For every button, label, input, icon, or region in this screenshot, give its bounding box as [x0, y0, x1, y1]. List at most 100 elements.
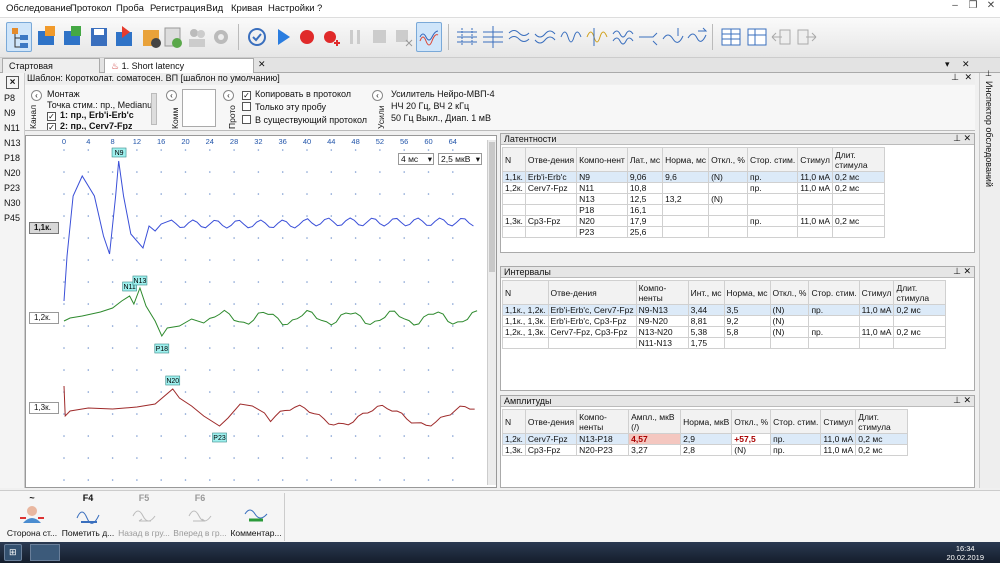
settings-icon[interactable]	[208, 22, 234, 52]
column-header[interactable]: Отве-дения	[547, 280, 637, 305]
taskbar-app-icon[interactable]	[30, 544, 60, 561]
back-group-button[interactable]: F5 Назад в гру...	[114, 493, 174, 538]
column-header[interactable]: Компо-нент	[576, 147, 628, 172]
only-this-checkbox[interactable]: Только эту пробу	[242, 102, 326, 112]
pin-icon[interactable]: ⊥	[985, 69, 992, 78]
menu-item-registration[interactable]: Регистрация	[150, 3, 206, 14]
table-row[interactable]: 1,2к. Cerv7-Fpz N11 10,8 пр. 11,0 мА 0,2 мс	[502, 182, 885, 194]
copy-protocol-checkbox[interactable]: ✓ Копировать в протокол	[242, 89, 351, 100]
marker-n13[interactable]: N13	[132, 275, 148, 286]
checkbox-icon[interactable]: ✓	[242, 91, 251, 100]
checkbox-icon[interactable]	[242, 102, 251, 111]
column-header[interactable]: Длит. стимула	[832, 147, 885, 172]
time-scale-select[interactable]: 4 мс ▾	[398, 153, 434, 165]
comment-box[interactable]	[182, 89, 216, 127]
column-header[interactable]: Инт., мс	[687, 280, 725, 305]
curve-channel-1[interactable]	[63, 160, 474, 302]
test-settings-icon[interactable]	[244, 22, 270, 52]
marker-p18[interactable]: P18	[154, 343, 170, 354]
column-header[interactable]: Компо-ненты	[635, 280, 689, 305]
column-header[interactable]: Стор. стим.	[770, 409, 822, 434]
column-header[interactable]: Откл., %	[731, 409, 772, 434]
curve-markers-icon[interactable]	[584, 22, 610, 52]
column-header[interactable]: Норма, мкВ	[680, 409, 733, 434]
amp-scale-select[interactable]: 2,5 мкВ ▾	[438, 153, 482, 165]
channel-label-1[interactable]: 1,1к.	[29, 222, 59, 234]
curves-invert-icon[interactable]	[532, 22, 558, 52]
table-row[interactable]: P23 25,6	[502, 226, 885, 238]
scrollbar-thumb[interactable]	[489, 142, 495, 272]
curve-cursor-icon[interactable]	[660, 22, 686, 52]
collapse-proto-icon[interactable]: ‹	[223, 90, 234, 101]
column-header[interactable]: Стимул	[858, 280, 895, 305]
curve-wave-icon[interactable]	[558, 22, 584, 52]
restore-icon[interactable]: ❐	[964, 0, 982, 16]
table-row[interactable]: 1,3к. Cp3-Fpz N20 17,9 пр. 11,0 мА 0,2 мс	[502, 215, 885, 227]
pause-icon[interactable]	[342, 22, 368, 52]
curves-align-icon[interactable]	[454, 22, 480, 52]
pin-icon[interactable]: ⊥ ✕	[953, 395, 971, 406]
checkbox-icon[interactable]: ✓	[47, 112, 56, 121]
column-header[interactable]: N	[502, 280, 549, 305]
list-item[interactable]: N13	[4, 138, 21, 148]
new-examination-icon[interactable]	[34, 22, 60, 52]
table-row[interactable]: 1,2к. Cerv7-Fpz N13-P18 4,57 2,9 +57,5 пр. 11,0…	[502, 433, 909, 445]
averaging-icon[interactable]	[416, 22, 442, 52]
channel-label-2[interactable]: 1,2к.	[29, 312, 59, 324]
menu-item-view[interactable]: Вид	[206, 3, 223, 14]
tab-close-icon[interactable]: ✕	[258, 59, 266, 70]
list-item[interactable]: P8	[4, 93, 15, 103]
table-row[interactable]: 1,3к. Cp3-Fpz N20-P23 3,27 2,8 (N) пр. 11,0 мА 0…	[502, 444, 909, 456]
menu-item-protocol[interactable]: Протокол	[70, 3, 112, 14]
column-header[interactable]: Длит. стимула	[855, 409, 909, 434]
forward-group-button[interactable]: F6 Вперед в гр...	[170, 493, 230, 538]
marker-n20[interactable]: N20	[165, 375, 181, 386]
montage-row-1[interactable]: ✓ 1: пр., Erb'i-Erb'c	[47, 110, 134, 121]
close-icon[interactable]: ✕	[982, 0, 1000, 16]
column-header[interactable]: Стимул	[797, 147, 833, 172]
menu-item-curve[interactable]: Кривая	[231, 3, 263, 14]
checkbox-icon[interactable]	[242, 115, 251, 124]
table-row[interactable]: 1,1к., 1,2к. Erb'i-Erb'c, Cerv7-Fpz N9-N13…	[502, 304, 947, 316]
table-row[interactable]: 1,1к. Erb'i-Erb'c N9 9,06 9,6 (N) пр. 11,0 мА 0,…	[502, 171, 885, 183]
pin-icon[interactable]: ⊥ ✕	[953, 133, 971, 144]
column-header[interactable]: Стимул	[820, 409, 857, 434]
menu-item-test[interactable]: Проба	[116, 3, 144, 14]
curve-channel-2[interactable]	[63, 286, 478, 338]
layout-grid-icon[interactable]	[718, 22, 744, 52]
existing-protocol-checkbox[interactable]: В существующий протокол	[242, 115, 367, 125]
column-header[interactable]: N	[502, 147, 526, 172]
menu-item-settings[interactable]: Настройки	[268, 3, 315, 14]
pin-icon[interactable]: ⊥ ✕	[953, 266, 971, 277]
export-icon[interactable]	[112, 22, 138, 52]
comment-button[interactable]: Комментар...	[226, 493, 286, 538]
start-button[interactable]: ⊞	[4, 544, 22, 561]
list-item[interactable]: N20	[4, 168, 21, 178]
archive-icon[interactable]	[160, 22, 186, 52]
collapse-amp-icon[interactable]: ‹	[372, 90, 383, 101]
ep-curves-svg[interactable]: 0 4 8 12 16 20 24 28 32 36 40 44 48 52 56 60 64 N9N11N13…	[26, 136, 498, 489]
tabs-close-icon[interactable]: ✕	[962, 59, 970, 70]
inspector-sidebar[interactable]: ⊥ Инспектор обследований	[979, 69, 1000, 504]
examination-tree-icon[interactable]	[6, 22, 32, 52]
channel-label-3[interactable]: 1,3к.	[29, 402, 59, 414]
montage-scrollbar[interactable]	[151, 93, 157, 125]
column-header[interactable]: Длит. стимула	[893, 280, 947, 305]
curve-channel-3[interactable]	[63, 385, 475, 427]
play-icon[interactable]	[270, 22, 296, 52]
checkbox-icon[interactable]: ✓	[47, 123, 56, 130]
panel-close-icon[interactable]: ✕	[964, 72, 972, 83]
table-row[interactable]: 1,2к., 1,3к. Cerv7-Fpz, Cp3-Fpz N13-N20 5,3…	[502, 326, 947, 338]
stim-side-button[interactable]: ~ Сторона ст...	[2, 493, 62, 538]
record-plus-icon[interactable]	[318, 22, 344, 52]
column-header[interactable]: Стор. стим.	[746, 147, 799, 172]
column-header[interactable]: Норма, мс	[723, 280, 771, 305]
collapse-comm-icon[interactable]: ‹	[166, 90, 177, 101]
column-header[interactable]: Компо-ненты	[576, 409, 630, 434]
menu-item-help[interactable]: ?	[317, 3, 322, 14]
montage-row-2[interactable]: ✓ 2: пр., Cerv7-Fpz	[47, 121, 132, 130]
back-arrow-icon[interactable]	[768, 22, 794, 52]
table-row[interactable]: N13 12,5 13,2 (N)	[502, 193, 885, 205]
curve-undo-icon[interactable]	[684, 22, 710, 52]
marker-p23[interactable]: P23	[212, 432, 227, 443]
